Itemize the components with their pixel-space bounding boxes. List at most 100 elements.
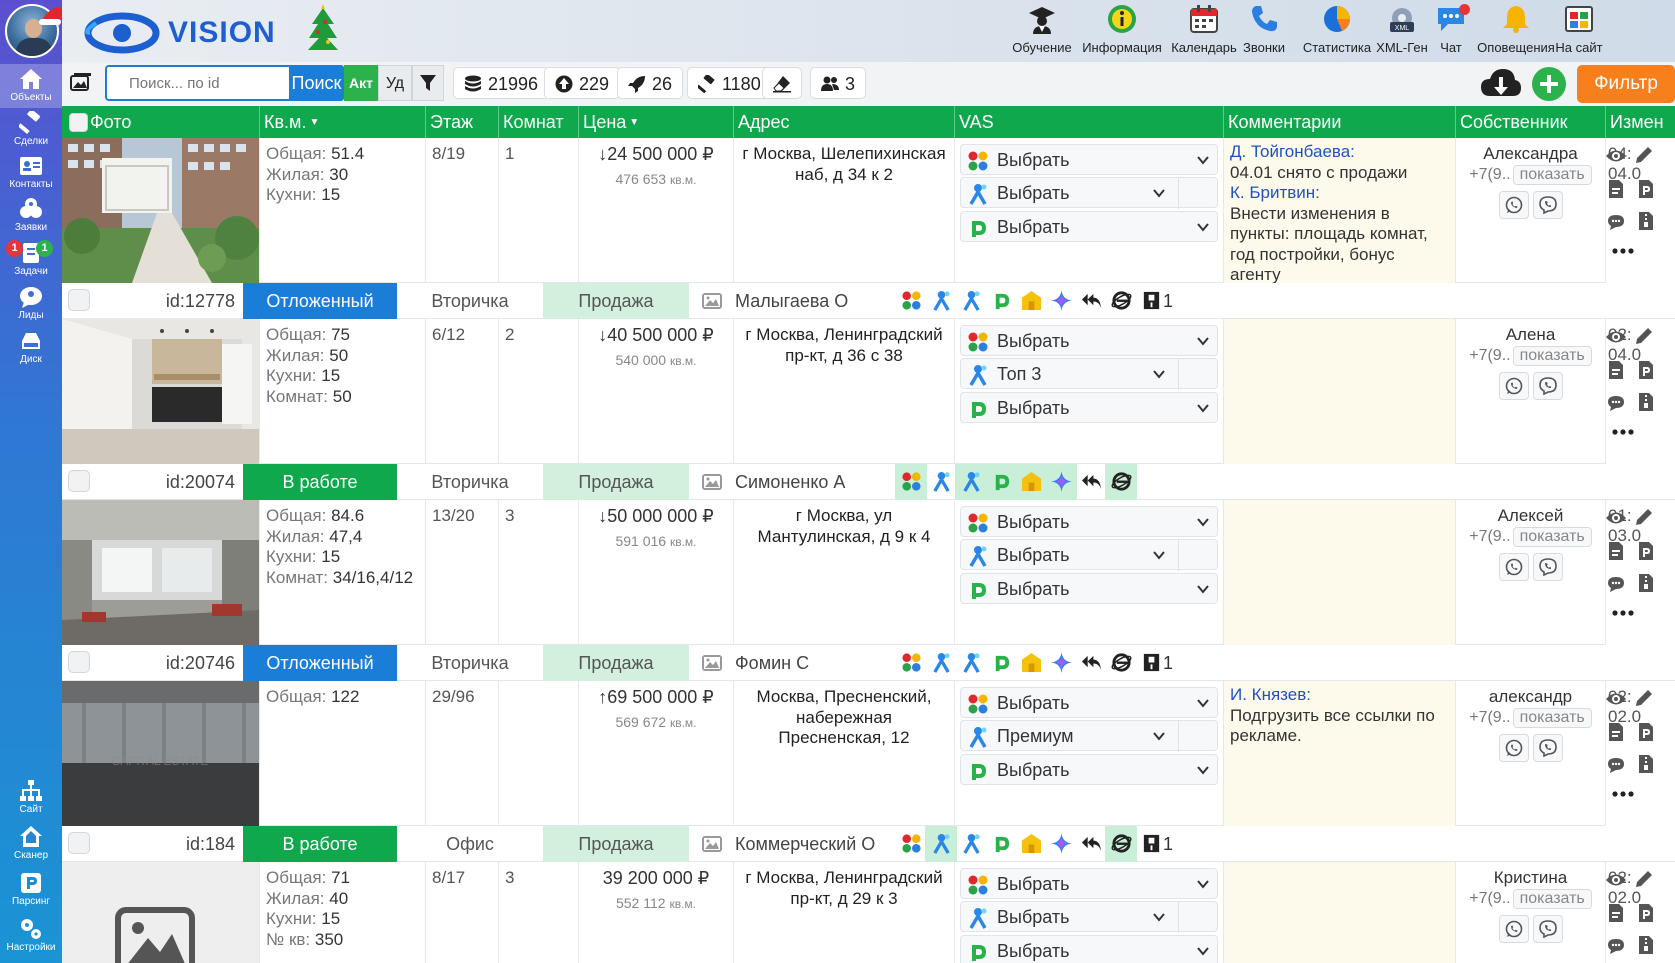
eye-icon[interactable] xyxy=(1605,329,1627,345)
pdf-file-icon[interactable] xyxy=(1608,361,1624,379)
more-dots-icon[interactable] xyxy=(1612,791,1634,797)
object-photo[interactable] xyxy=(62,500,259,645)
agent-name[interactable]: Малыгаева О xyxy=(689,283,894,319)
avito-stick-icon[interactable] xyxy=(925,826,957,862)
reply-all-icon[interactable] xyxy=(1075,283,1107,319)
comment-icon[interactable] xyxy=(1607,576,1625,592)
multicolor-dots-icon[interactable] xyxy=(895,283,927,319)
topnav-to-site[interactable]: На сайт xyxy=(1545,4,1613,60)
gallery-view-icon[interactable] xyxy=(70,73,92,93)
whatsapp-button[interactable] xyxy=(1498,553,1529,581)
vas-select-avito-stick[interactable]: Топ 3 xyxy=(960,358,1218,391)
total-objects-counter[interactable]: 21996 xyxy=(453,67,550,99)
sparkle-icon[interactable] xyxy=(1045,283,1077,319)
object-id[interactable]: id:20746 xyxy=(62,645,243,681)
address-cell[interactable]: г Москва, ул Мантулинская, д 9 к 4 xyxy=(733,500,954,645)
vas-select-domclick[interactable]: Выбрать xyxy=(960,210,1218,242)
eye-icon[interactable] xyxy=(1605,872,1627,888)
sidebar-item-parsing[interactable]: Парсинг xyxy=(0,868,62,912)
sparkle-icon[interactable] xyxy=(1045,464,1077,500)
ie-icon[interactable] xyxy=(1105,645,1137,681)
avito-stick-icon[interactable] xyxy=(955,826,987,862)
status-badge[interactable]: В работе xyxy=(243,464,397,500)
sparkle-icon[interactable] xyxy=(1045,645,1077,681)
status-badge[interactable]: Отложенный спрос xyxy=(243,645,397,709)
raised-objects-counter[interactable]: 229 xyxy=(544,67,621,99)
comment-icon[interactable] xyxy=(1607,938,1625,954)
agent-name[interactable]: Симоненко А xyxy=(689,464,894,500)
reply-all-icon[interactable] xyxy=(1075,826,1107,862)
sidebar-item-leads[interactable]: Лиды xyxy=(0,282,62,326)
object-id[interactable]: id:12778 xyxy=(62,283,243,319)
active-filter-button[interactable]: Акт xyxy=(344,65,378,101)
deleted-filter-button[interactable]: Уд xyxy=(378,65,412,101)
show-phone-button[interactable]: показать xyxy=(1512,527,1592,547)
ie-icon[interactable] xyxy=(1105,826,1137,862)
agent-name[interactable]: Коммерческий О xyxy=(689,826,894,862)
eye-icon[interactable] xyxy=(1605,691,1627,707)
sidebar-item-settings[interactable]: Настройки xyxy=(0,914,62,958)
show-phone-button[interactable]: показать xyxy=(1512,708,1592,728)
status-badge[interactable]: Отложенный спрос xyxy=(243,283,397,347)
agent-name[interactable]: Фомин С xyxy=(689,645,894,681)
sidebar-item-requests[interactable]: Заявки xyxy=(0,194,62,238)
comments-cell[interactable] xyxy=(1223,862,1455,963)
object-photo[interactable] xyxy=(62,862,259,963)
sidebar-item-disk[interactable]: Диск xyxy=(0,326,62,370)
vas-select-domclick[interactable]: Выбрать xyxy=(960,391,1218,423)
vas-select-avito-stick[interactable]: Выбрать xyxy=(960,177,1218,210)
viber-button[interactable] xyxy=(1532,372,1563,400)
col-rooms[interactable]: Комнат xyxy=(498,106,578,138)
comments-cell[interactable]: Д. Тойгонбаева: 04.01 снято с продажи К. Б… xyxy=(1223,138,1455,283)
whatsapp-button[interactable] xyxy=(1498,372,1529,400)
pdf-file-icon[interactable] xyxy=(1608,904,1624,922)
pencil-icon[interactable] xyxy=(1635,870,1653,888)
presentation-file-icon[interactable] xyxy=(1638,723,1654,741)
pdf-file-icon[interactable] xyxy=(1608,542,1624,560)
object-id[interactable]: id:20074 xyxy=(62,464,243,500)
yellow-house-icon[interactable] xyxy=(1015,645,1047,681)
comments-cell[interactable]: И. Князев: Подгрузить все ссылки по рекла… xyxy=(1223,681,1455,826)
more-dots-icon[interactable] xyxy=(1612,610,1634,616)
show-phone-button[interactable]: показать xyxy=(1512,346,1592,366)
yellow-house-icon[interactable] xyxy=(1015,826,1047,862)
whatsapp-button[interactable] xyxy=(1498,915,1529,943)
sidebar-item-objects[interactable]: Объекты xyxy=(0,64,62,108)
avito-stick-icon[interactable] xyxy=(925,645,957,681)
object-photo[interactable] xyxy=(62,138,259,283)
viber-button[interactable] xyxy=(1532,734,1563,762)
pdf-file-icon[interactable] xyxy=(1608,180,1624,198)
topnav-info[interactable]: Информация xyxy=(1068,4,1176,60)
topnav-phone[interactable]: Звонки xyxy=(1234,4,1294,60)
address-cell[interactable]: г Москва, Шелепихинская наб, д 34 к 2 xyxy=(733,138,954,283)
presentation-file-icon[interactable] xyxy=(1638,542,1654,560)
yellow-house-icon[interactable] xyxy=(1015,283,1047,319)
vas-select-avito-stick[interactable]: Выбрать xyxy=(960,539,1218,572)
comment-icon[interactable] xyxy=(1607,757,1625,773)
sidebar-item-site[interactable]: Сайт xyxy=(0,776,62,820)
ie-icon[interactable] xyxy=(1105,283,1137,319)
col-comments[interactable]: Комментарии xyxy=(1223,106,1455,138)
multicolor-dots-icon[interactable] xyxy=(895,826,927,862)
eraser-button[interactable] xyxy=(762,67,802,99)
viber-button[interactable] xyxy=(1532,915,1563,943)
archive-file-icon[interactable] xyxy=(1638,574,1654,592)
pdf-file-icon[interactable] xyxy=(1608,723,1624,741)
col-owner[interactable]: Собственник xyxy=(1455,106,1605,138)
topnav-xml-gen[interactable]: XML XML-Ген xyxy=(1368,4,1436,60)
object-photo[interactable] xyxy=(62,319,259,464)
whatsapp-button[interactable] xyxy=(1498,734,1529,762)
sparkle-icon[interactable] xyxy=(1045,826,1077,862)
avito-stick-icon[interactable] xyxy=(955,283,987,319)
show-phone-button[interactable]: показать xyxy=(1512,165,1592,185)
status-badge[interactable]: В работе xyxy=(243,826,397,862)
sidebar-item-contacts[interactable]: Контакты xyxy=(0,151,62,195)
avito-stick-icon[interactable] xyxy=(925,464,957,500)
object-id[interactable]: id:184 xyxy=(62,826,243,862)
agents-counter[interactable]: 3 xyxy=(810,67,867,99)
sidebar-item-scanner[interactable]: Сканер xyxy=(0,822,62,866)
archive-file-icon[interactable] xyxy=(1638,393,1654,411)
add-object-button[interactable] xyxy=(1532,67,1566,101)
domclick-icon[interactable] xyxy=(985,464,1017,500)
ie-icon[interactable] xyxy=(1105,464,1137,500)
